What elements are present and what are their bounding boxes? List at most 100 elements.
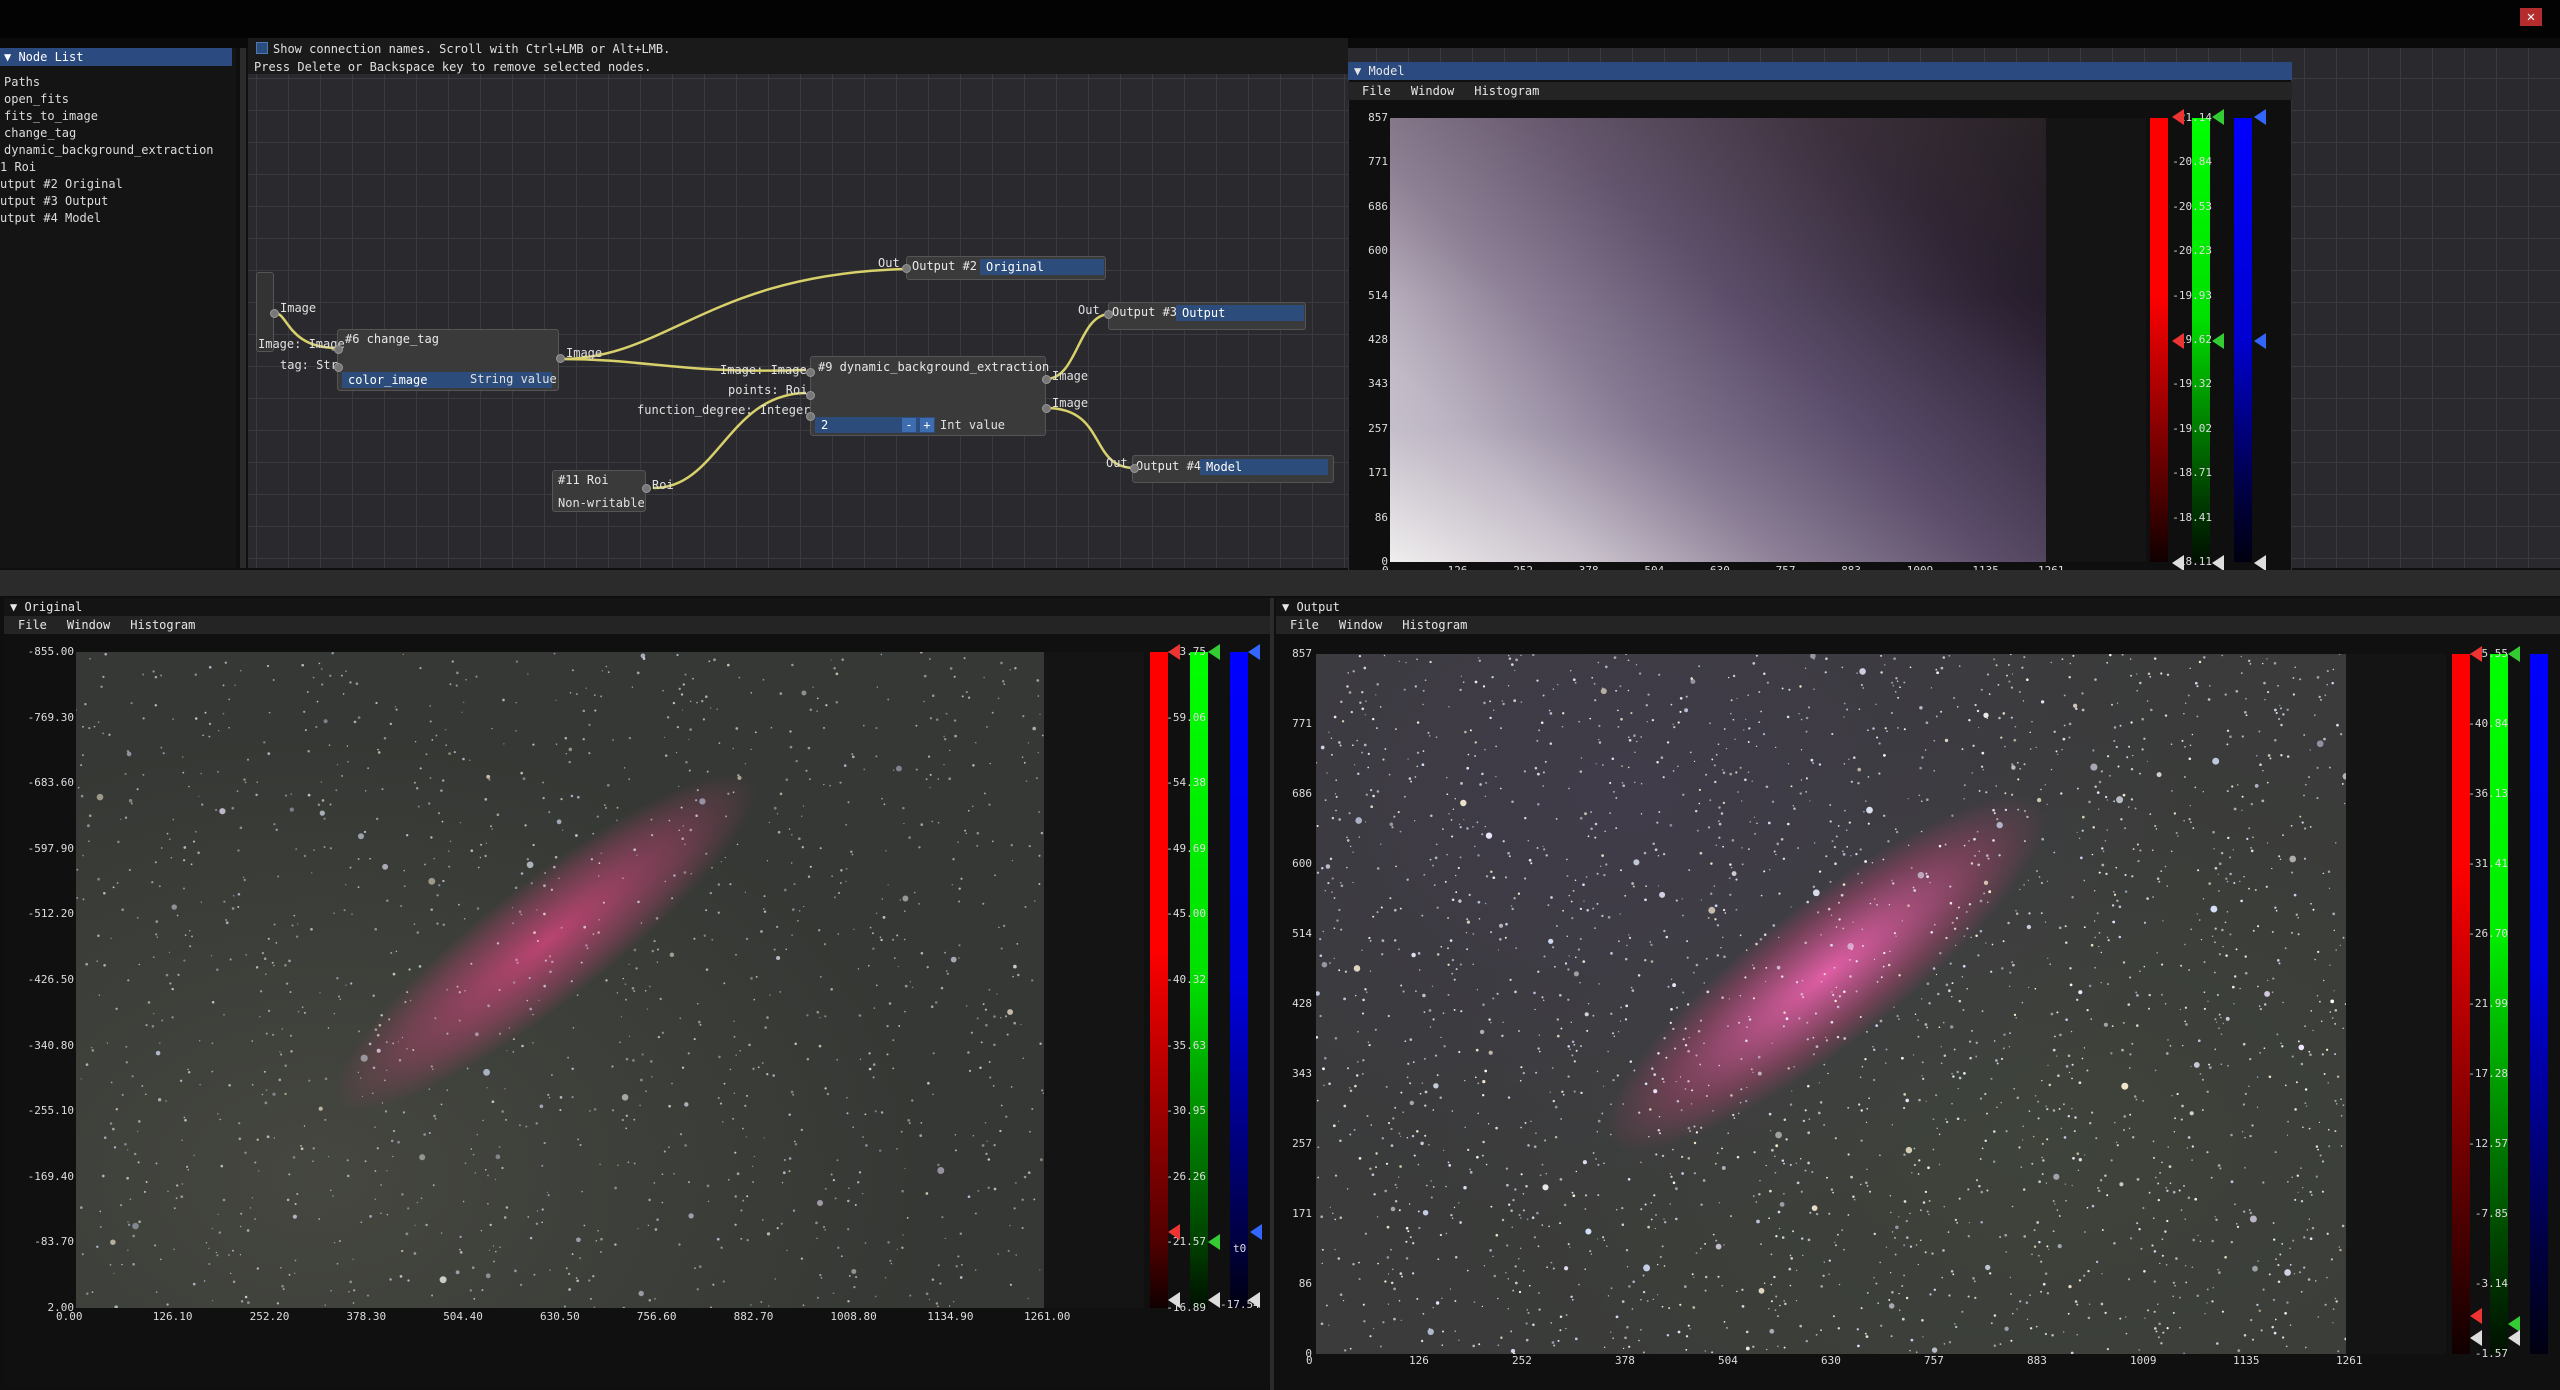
- x-tick-label: 504: [1718, 1354, 1738, 1367]
- red-mid-handle[interactable]: [2470, 1308, 2482, 1324]
- collapse-arrow-icon[interactable]: ▼: [4, 50, 18, 64]
- blue-max-handle[interactable]: [2254, 109, 2266, 125]
- output-name-field[interactable]: Output: [1176, 305, 1304, 321]
- x-tick-label: 126.10: [152, 1310, 193, 1323]
- red-max-handle[interactable]: [2470, 646, 2482, 662]
- output-window-title-bar[interactable]: ▼ Output: [1276, 598, 2560, 616]
- red-max-handle[interactable]: [2172, 109, 2184, 125]
- blue-min-handle[interactable]: [1248, 1292, 1260, 1308]
- show-connection-names-checkbox[interactable]: [256, 42, 268, 54]
- pin-image-in[interactable]: [806, 368, 815, 377]
- node-list-item[interactable]: fits_to_image: [4, 108, 98, 124]
- blue-mid-handle[interactable]: [1250, 1224, 1262, 1240]
- output-name: Original: [986, 260, 1044, 274]
- pin-out-in[interactable]: [1130, 464, 1139, 473]
- x-tick-label: 1261.00: [1024, 1310, 1071, 1323]
- green-min-handle[interactable]: [2508, 1330, 2520, 1346]
- menu-file[interactable]: File: [1362, 84, 1391, 98]
- output-name: Model: [1206, 460, 1243, 474]
- y-tick-label: -18.41: [2172, 510, 2212, 524]
- y-tick-label: -20.23: [2172, 244, 2212, 258]
- pin-out-in[interactable]: [1104, 310, 1113, 319]
- y-tick-label: 343: [1368, 377, 1388, 391]
- green-max-handle[interactable]: [2508, 646, 2520, 662]
- panel-splitter[interactable]: [240, 48, 246, 568]
- pin-image-out[interactable]: [1042, 375, 1051, 384]
- red-min-handle[interactable]: [2172, 555, 2184, 571]
- pin-label: Image: [566, 346, 603, 360]
- node-list-item[interactable]: dynamic_background_extraction: [4, 142, 214, 158]
- menu-file[interactable]: File: [18, 618, 47, 632]
- pin-image-out[interactable]: [556, 354, 565, 363]
- int-value-field[interactable]: 2: [815, 417, 935, 433]
- node-list-item[interactable]: change_tag: [4, 125, 76, 141]
- green-min-handle[interactable]: [2212, 555, 2224, 571]
- pin-out-in[interactable]: [902, 264, 911, 273]
- x-tick-label: 757: [1924, 1354, 1944, 1367]
- y-tick-label: 171: [1368, 466, 1388, 480]
- green-max-handle[interactable]: [1208, 644, 1220, 660]
- pin-image-in[interactable]: [334, 345, 343, 354]
- pin-tag-in[interactable]: [334, 363, 343, 372]
- node-list-item[interactable]: 1 Roi: [0, 159, 36, 175]
- green-max-handle[interactable]: [2212, 109, 2224, 125]
- green-min-handle[interactable]: [1208, 1292, 1220, 1308]
- red-mid-handle[interactable]: [1168, 1224, 1180, 1240]
- menu-window[interactable]: Window: [1411, 84, 1454, 98]
- red-mid-handle[interactable]: [2172, 333, 2184, 349]
- vertical-splitter[interactable]: [1270, 598, 1274, 1390]
- model-image[interactable]: [1390, 118, 2046, 562]
- pin-label: Image: Image: [720, 363, 807, 377]
- pin-roi-out[interactable]: [642, 484, 651, 493]
- red-min-handle[interactable]: [1168, 1292, 1180, 1308]
- green-mid-handle[interactable]: [2212, 333, 2224, 349]
- histogram-blue-bar[interactable]: [2234, 118, 2252, 562]
- node-list-item[interactable]: open_fits: [4, 91, 69, 107]
- red-min-handle[interactable]: [2470, 1330, 2482, 1346]
- green-mid-handle[interactable]: [1208, 1234, 1220, 1250]
- histogram-blue-bar[interactable]: [1230, 652, 1248, 1308]
- close-window-button[interactable]: ✕: [2520, 8, 2542, 26]
- original-window-title-bar[interactable]: ▼ Original: [4, 598, 1270, 616]
- increment-button[interactable]: +: [920, 418, 934, 432]
- y-tick-label: 257: [1292, 1137, 1312, 1150]
- menu-histogram[interactable]: Histogram: [1402, 618, 1467, 632]
- y-tick-label: -40.84: [2468, 717, 2508, 730]
- collapse-arrow-icon[interactable]: ▼: [10, 600, 24, 614]
- menu-window[interactable]: Window: [67, 618, 110, 632]
- node-list-item[interactable]: Paths: [4, 74, 40, 90]
- pin-image-out[interactable]: [270, 309, 279, 318]
- collapse-arrow-icon[interactable]: ▼: [1282, 600, 1296, 614]
- blue-max-handle[interactable]: [1248, 644, 1260, 660]
- y-tick-label: -426.50: [27, 973, 74, 986]
- x-tick-label: 126: [1409, 1354, 1429, 1367]
- collapse-arrow-icon[interactable]: ▼: [1354, 64, 1368, 78]
- pin-label: Out: [878, 256, 900, 270]
- menu-window[interactable]: Window: [1339, 618, 1382, 632]
- original-image[interactable]: [76, 652, 1044, 1308]
- model-window-title-bar[interactable]: ▼ Model: [1348, 62, 2292, 80]
- node-title: #9 dynamic_background_extraction: [818, 360, 1050, 374]
- output-name-field[interactable]: Original: [980, 259, 1104, 275]
- blue-min-handle[interactable]: [2254, 555, 2266, 571]
- histogram-blue-bar[interactable]: [2530, 654, 2548, 1354]
- pin-points-in[interactable]: [806, 391, 815, 400]
- y-tick-label: 857: [1368, 111, 1388, 124]
- output-name-field[interactable]: Model: [1200, 459, 1328, 475]
- pin-degree-in[interactable]: [806, 412, 815, 421]
- blue-mid-handle[interactable]: [2254, 333, 2266, 349]
- y-tick-label: -169.40: [27, 1169, 74, 1183]
- output-image[interactable]: [1316, 654, 2346, 1354]
- red-max-handle[interactable]: [1168, 644, 1180, 660]
- y-tick-label: 771: [1368, 155, 1388, 169]
- menu-histogram[interactable]: Histogram: [1474, 84, 1539, 98]
- menu-file[interactable]: File: [1290, 618, 1319, 632]
- horizontal-splitter[interactable]: [0, 570, 2560, 596]
- decrement-button[interactable]: -: [902, 418, 916, 432]
- node-list-item[interactable]: utput #3 Output: [0, 193, 108, 209]
- pin-image-out[interactable]: [1042, 404, 1051, 413]
- node-list-item[interactable]: utput #2 Original: [0, 176, 123, 192]
- node-list-item[interactable]: utput #4 Model: [0, 210, 101, 226]
- menu-histogram[interactable]: Histogram: [130, 618, 195, 632]
- node-list-header[interactable]: ▼ Node List: [0, 48, 232, 66]
